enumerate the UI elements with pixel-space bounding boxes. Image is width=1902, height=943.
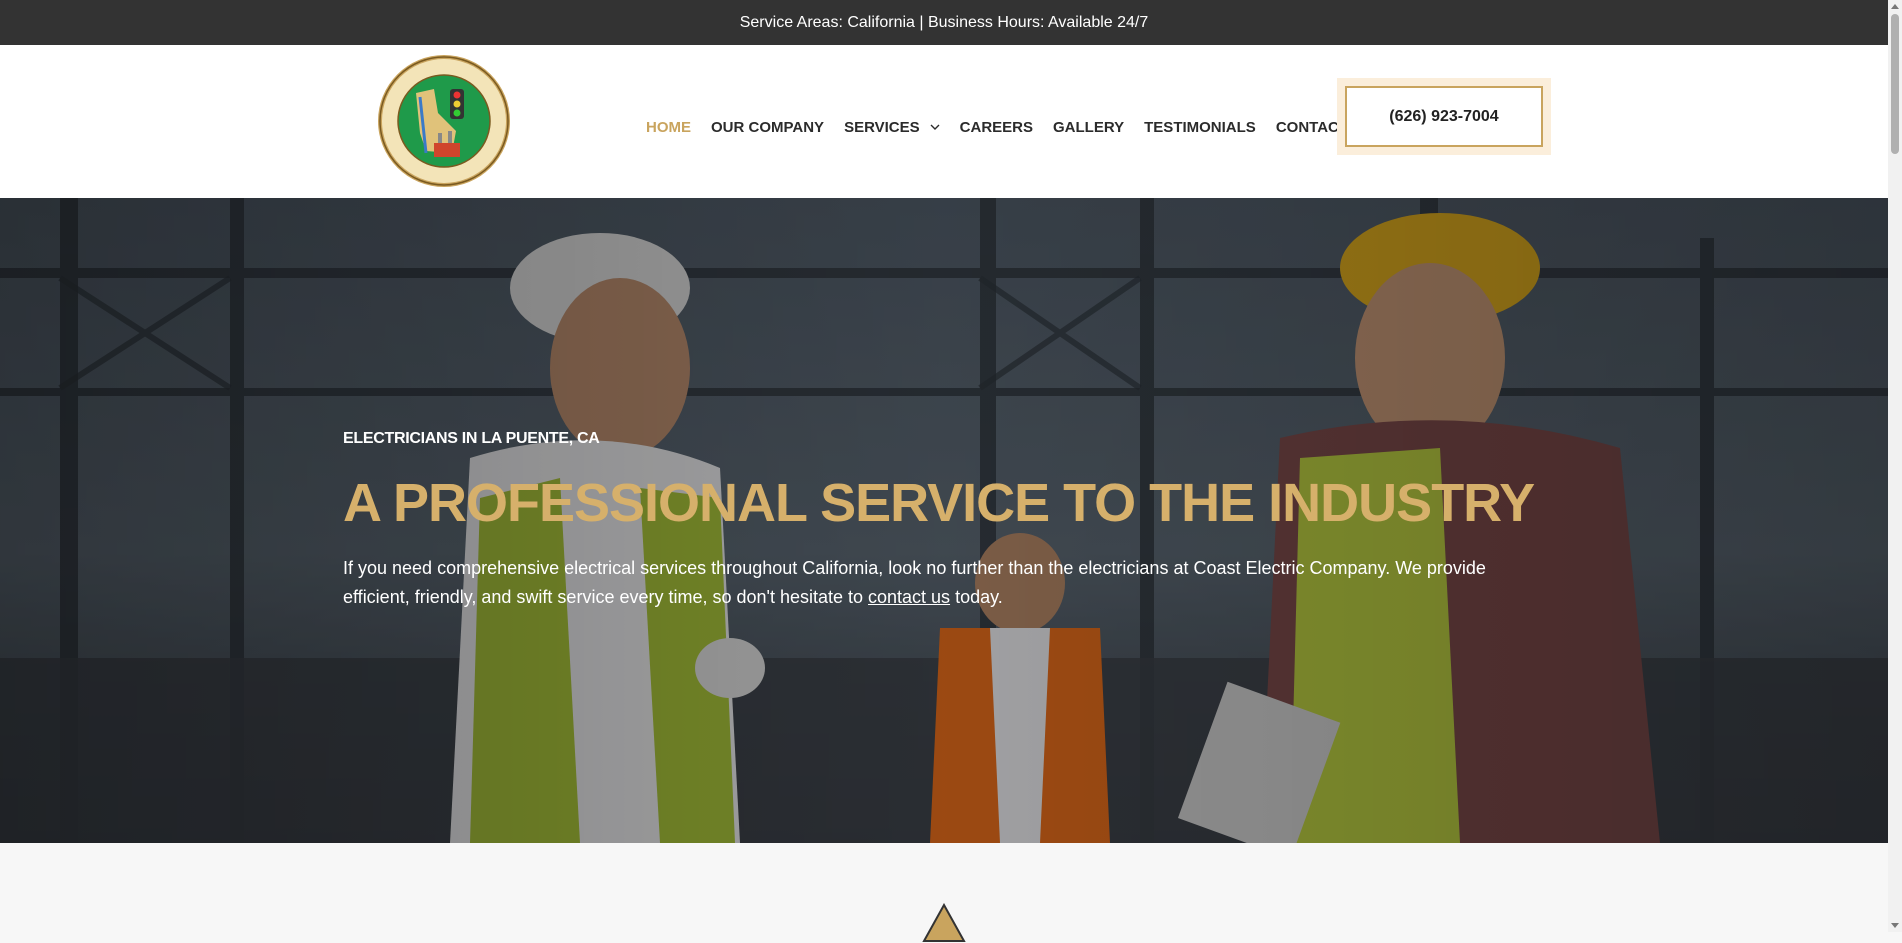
- scroll-down-arrow-icon[interactable]: [1891, 923, 1899, 928]
- nav-careers[interactable]: CAREERS: [960, 119, 1033, 136]
- nav-testimonials[interactable]: TESTIMONIALS: [1144, 119, 1256, 136]
- phone-button[interactable]: (626) 923-7004: [1345, 86, 1543, 147]
- hero-content: ELECTRICIANS IN LA PUENTE, CA A PROFESSI…: [343, 430, 1543, 612]
- nav-gallery[interactable]: GALLERY: [1053, 119, 1124, 136]
- hero-description: If you need comprehensive electrical ser…: [343, 554, 1513, 612]
- nav-home[interactable]: HOME: [646, 119, 691, 136]
- phone-button-container: (626) 923-7004: [1337, 78, 1551, 155]
- site-header: HOME OUR COMPANY SERVICES CAREERS GALLER…: [0, 45, 1888, 198]
- warning-triangle-icon: [922, 903, 966, 942]
- chevron-down-icon[interactable]: [930, 122, 940, 132]
- top-announcement-bar: Service Areas: California | Business Hou…: [0, 0, 1888, 45]
- nav-services[interactable]: SERVICES: [844, 119, 940, 136]
- hero-description-text-2: today.: [950, 587, 1003, 607]
- page-scrollbar[interactable]: [1888, 0, 1902, 932]
- hero-section: ELECTRICIANS IN LA PUENTE, CA A PROFESSI…: [0, 198, 1888, 843]
- announcement-text: Service Areas: California | Business Hou…: [739, 13, 1149, 31]
- main-navigation: HOME OUR COMPANY SERVICES CAREERS GALLER…: [646, 112, 1368, 142]
- scroll-up-arrow-icon[interactable]: [1891, 4, 1899, 9]
- nav-our-company[interactable]: OUR COMPANY: [711, 119, 824, 136]
- hero-headline: A PROFESSIONAL SERVICE TO THE INDUSTRY: [343, 473, 1535, 533]
- hero-eyebrow: ELECTRICIANS IN LA PUENTE, CA: [343, 430, 600, 447]
- company-logo[interactable]: [376, 53, 512, 189]
- scrollbar-thumb[interactable]: [1891, 14, 1899, 154]
- contact-us-link[interactable]: contact us: [868, 587, 950, 607]
- next-section: [0, 843, 1888, 942]
